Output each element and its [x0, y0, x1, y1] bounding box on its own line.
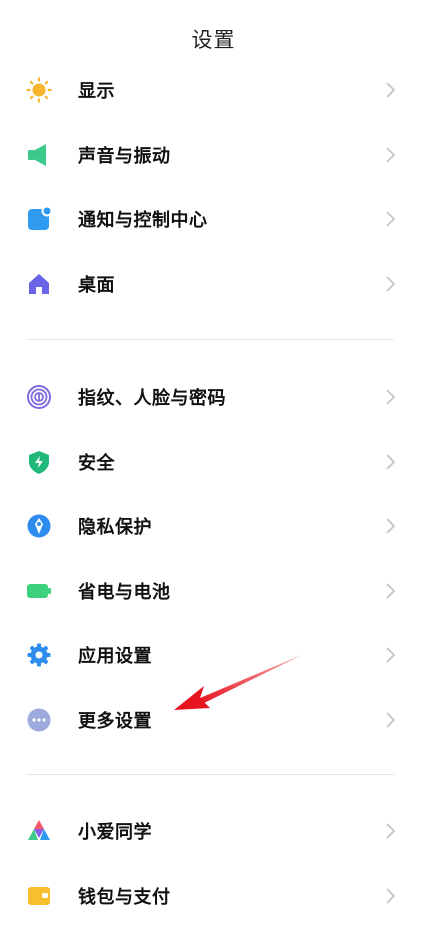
- settings-group-display: 显示 声音与振动 通知与控制中心 桌面: [0, 58, 427, 316]
- settings-item-label: 指纹、人脸与密码: [78, 384, 226, 410]
- more-icon: [26, 707, 52, 733]
- section-divider: [26, 339, 394, 340]
- settings-item-label: 显示: [78, 77, 115, 103]
- settings-item-desktop[interactable]: 桌面: [0, 252, 427, 317]
- settings-item-notifications[interactable]: 通知与控制中心: [0, 187, 427, 252]
- chevron-right-icon: [383, 886, 397, 906]
- chevron-right-icon: [383, 645, 397, 665]
- section-divider: [26, 774, 394, 775]
- settings-item-wallet[interactable]: 钱包与支付: [0, 864, 427, 928]
- chevron-right-icon: [383, 387, 397, 407]
- speaker-icon: [26, 142, 52, 168]
- settings-item-label: 隐私保护: [78, 513, 152, 539]
- chevron-right-icon: [383, 581, 397, 601]
- chevron-right-icon: [383, 274, 397, 294]
- sun-icon: [26, 77, 52, 103]
- settings-item-label: 更多设置: [78, 707, 152, 733]
- privacy-icon: [26, 513, 52, 539]
- settings-item-sound[interactable]: 声音与振动: [0, 123, 427, 188]
- settings-item-label: 桌面: [78, 271, 115, 297]
- chevron-right-icon: [383, 145, 397, 165]
- chevron-right-icon: [383, 209, 397, 229]
- chevron-right-icon: [383, 821, 397, 841]
- settings-item-fingerprint[interactable]: 指纹、人脸与密码: [0, 365, 427, 430]
- home-icon: [26, 271, 52, 297]
- settings-item-label: 小爱同学: [78, 818, 152, 844]
- settings-item-display[interactable]: 显示: [0, 58, 427, 123]
- chevron-right-icon: [383, 710, 397, 730]
- shield-icon: [26, 449, 52, 475]
- chevron-right-icon: [383, 516, 397, 536]
- annotation-arrow-icon: [170, 648, 310, 718]
- settings-item-label: 钱包与支付: [78, 883, 171, 909]
- notification-icon: [26, 206, 52, 232]
- settings-item-xiaoai[interactable]: 小爱同学: [0, 799, 427, 864]
- fingerprint-icon: [26, 384, 52, 410]
- settings-item-privacy[interactable]: 隐私保护: [0, 494, 427, 559]
- settings-item-battery[interactable]: 省电与电池: [0, 559, 427, 624]
- settings-item-label: 应用设置: [78, 642, 152, 668]
- settings-item-security[interactable]: 安全: [0, 430, 427, 495]
- settings-item-label: 通知与控制中心: [78, 206, 208, 232]
- page-title: 设置: [0, 24, 427, 54]
- settings-group-services: 小爱同学 钱包与支付: [0, 799, 427, 928]
- chevron-right-icon: [383, 452, 397, 472]
- settings-item-label: 省电与电池: [78, 578, 171, 604]
- settings-item-label: 安全: [78, 449, 115, 475]
- battery-icon: [26, 578, 52, 604]
- assistant-icon: [26, 818, 52, 844]
- wallet-icon: [26, 883, 52, 909]
- gear-icon: [26, 642, 52, 668]
- settings-item-label: 声音与振动: [78, 142, 171, 168]
- chevron-right-icon: [383, 80, 397, 100]
